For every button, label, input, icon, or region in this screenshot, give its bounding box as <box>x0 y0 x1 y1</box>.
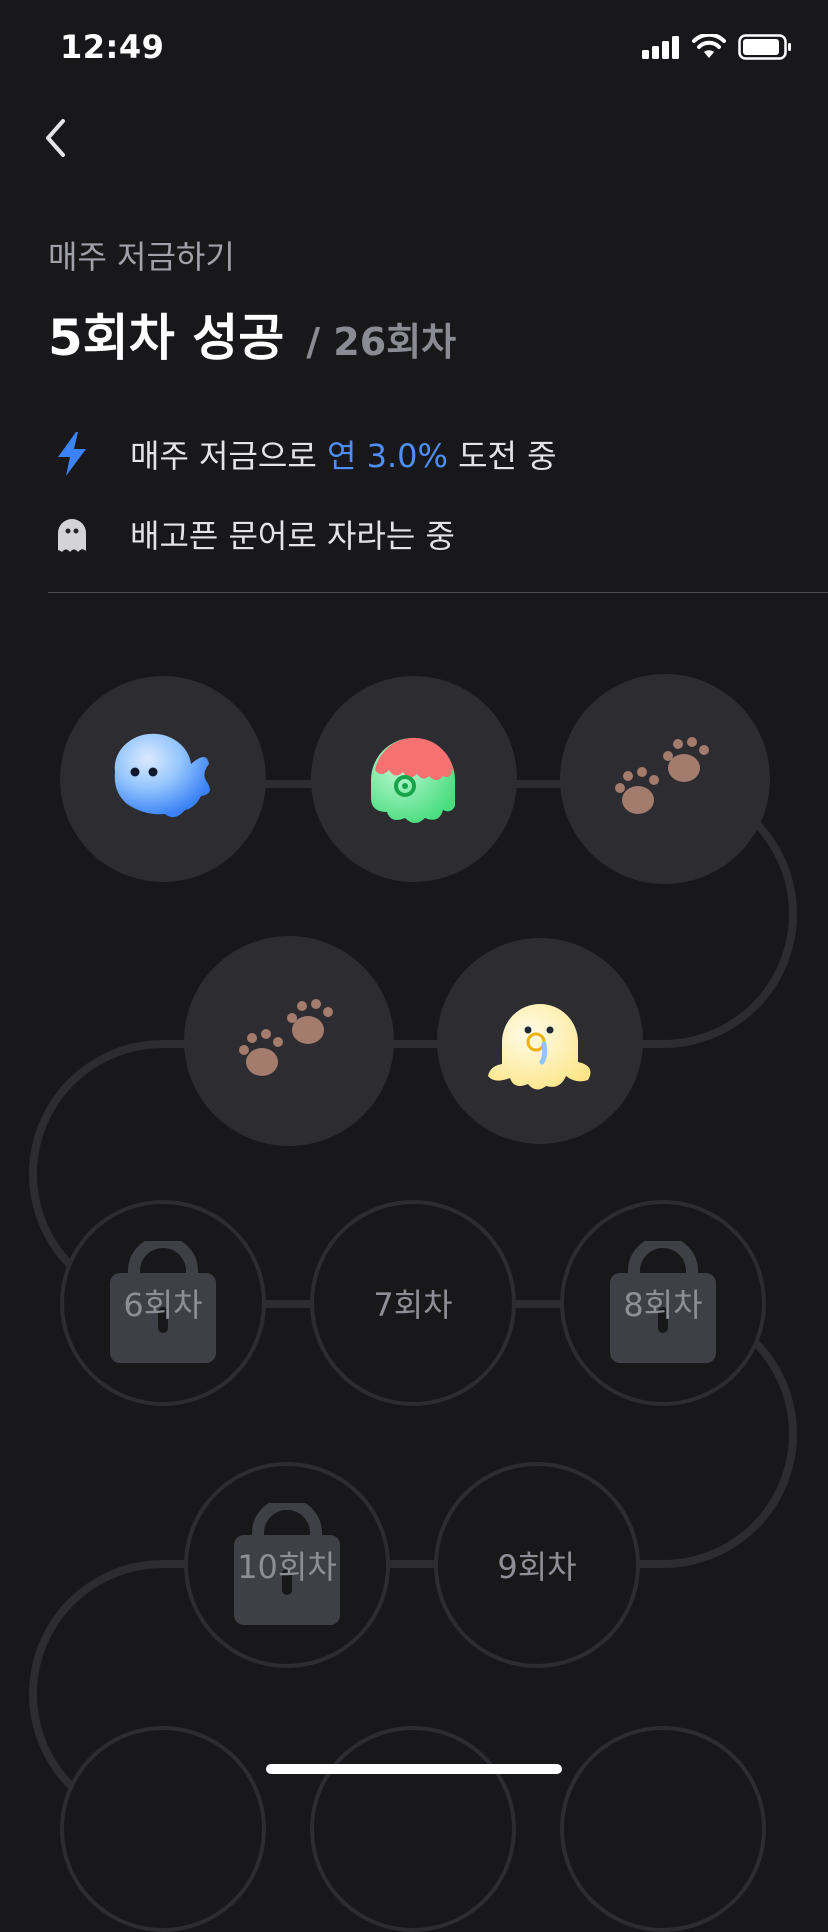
path-node-10[interactable]: 10회차 <box>184 1462 390 1668</box>
path-node-1[interactable] <box>60 676 266 882</box>
path-node-8[interactable]: 8회차 <box>560 1200 766 1406</box>
node-label-9: 9회차 <box>497 1548 577 1586</box>
green-octopus-icon <box>371 737 455 823</box>
savings-path-board: 6회차 7회차 8회차 10회차 9회차 <box>0 620 828 1932</box>
total-count: / 26회차 <box>306 320 457 364</box>
info-row-growth: 배고픈 문어로 자라는 중 <box>48 510 455 558</box>
lightning-icon <box>48 430 96 478</box>
yellow-octopus-icon <box>488 1004 591 1090</box>
path-node-7[interactable]: 7회차 <box>310 1200 516 1406</box>
rate-highlight: 연 3.0% <box>326 437 448 475</box>
path-node-4[interactable] <box>437 938 643 1144</box>
blue-octopus-icon <box>114 733 210 818</box>
battery-icon <box>738 34 791 60</box>
node-label-7: 7회차 <box>373 1286 453 1324</box>
info-text-rate: 매주 저금으로 연 3.0% 도전 중 <box>130 437 557 475</box>
node-label-8: 8회차 <box>623 1286 703 1324</box>
node-label-10: 10회차 <box>237 1548 337 1586</box>
paw-prints-icon <box>615 737 709 814</box>
paw-prints-icon <box>239 999 333 1076</box>
path-node-6[interactable]: 6회차 <box>60 1200 266 1406</box>
back-button[interactable] <box>34 112 78 164</box>
path-node-3[interactable] <box>560 674 770 884</box>
title-row: 5회차 성공 / 26회차 <box>48 298 456 370</box>
ghost-octopus-icon <box>48 510 96 558</box>
path-node-12[interactable] <box>310 1726 516 1932</box>
divider <box>48 592 828 593</box>
signal-icon <box>642 36 679 59</box>
path-node-11[interactable] <box>60 1726 266 1932</box>
wifi-icon <box>692 34 726 58</box>
path-node-5[interactable] <box>184 936 394 1146</box>
chevron-left-icon <box>46 119 65 157</box>
path-node-2[interactable] <box>311 676 517 882</box>
status-icons <box>642 34 792 60</box>
home-indicator <box>266 1764 562 1774</box>
path-node-13[interactable] <box>560 1726 766 1932</box>
node-label-6: 6회차 <box>123 1286 203 1324</box>
page-subtitle: 매주 저금하기 <box>48 238 235 276</box>
info-text-growth: 배고픈 문어로 자라는 중 <box>130 517 455 555</box>
info-row-rate: 매주 저금으로 연 3.0% 도전 중 <box>48 430 557 478</box>
status-time: 12:49 <box>60 28 165 66</box>
path-node-9[interactable]: 9회차 <box>434 1462 640 1668</box>
page-title: 5회차 성공 <box>48 309 285 367</box>
